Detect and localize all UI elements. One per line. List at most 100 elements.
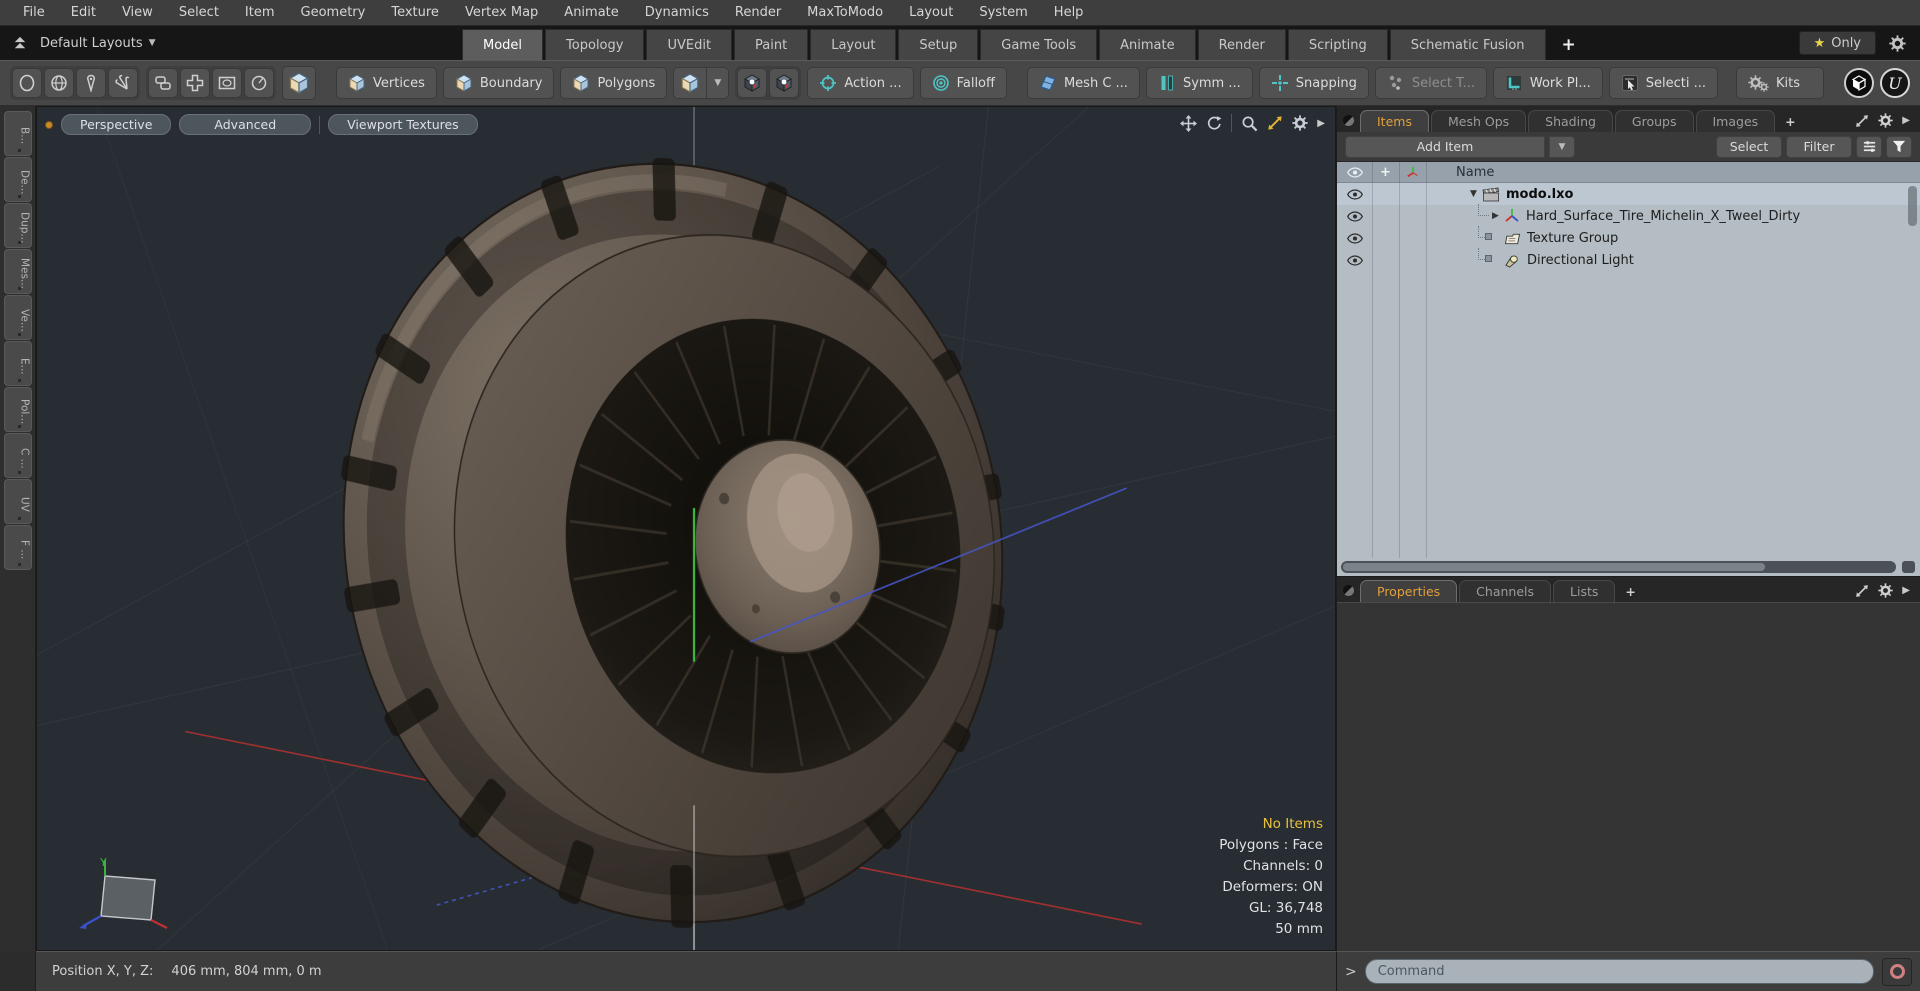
tree-horizontal-scrollbar[interactable] [1341, 561, 1896, 573]
tab-lists[interactable]: Lists [1553, 580, 1616, 602]
tab-shading[interactable]: Shading [1528, 110, 1613, 132]
workspace-tab-animate[interactable]: Animate [1099, 29, 1196, 60]
left-tab-edge[interactable]: E... [3, 341, 32, 386]
pan-view-icon[interactable] [1180, 115, 1197, 132]
tab-groups[interactable]: Groups [1614, 110, 1694, 132]
panel-options-gear-icon[interactable] [1878, 583, 1893, 598]
tab-channels[interactable]: Channels [1459, 580, 1552, 602]
select-button[interactable]: Select [1716, 135, 1782, 158]
menu-item[interactable]: Item [232, 0, 288, 25]
visibility-eye-icon[interactable] [1337, 189, 1372, 200]
tree-row-directional-light[interactable]: Directional Light [1337, 248, 1920, 271]
collapse-arrow-icon[interactable]: ▼ [1470, 189, 1482, 199]
menu-system[interactable]: System [966, 0, 1040, 25]
menu-layout[interactable]: Layout [896, 0, 966, 25]
work-plane-button[interactable]: Work Pl... [1492, 67, 1603, 99]
visibility-eye-icon[interactable] [1337, 211, 1372, 222]
workspace-tab-model[interactable]: Model [462, 29, 544, 60]
tree-row-scene[interactable]: ▼ modo.lxo [1337, 183, 1920, 205]
items-mode-cube-button[interactable] [673, 67, 708, 99]
falloff-button[interactable]: Falloff [919, 67, 1007, 99]
radial-tool-icon[interactable] [244, 68, 274, 98]
add-panel-tab-button[interactable]: + [1777, 110, 1803, 132]
tab-items[interactable]: Items [1360, 110, 1429, 132]
panel-pie-icon[interactable] [1343, 115, 1354, 126]
default-layouts-dropdown[interactable]: Default Layouts ▼ [40, 36, 156, 51]
menu-select[interactable]: Select [166, 0, 232, 25]
item-name[interactable]: Directional Light [1527, 253, 1634, 268]
item-name[interactable]: Texture Group [1527, 231, 1618, 246]
vertices-mode-button[interactable]: Vertices [336, 67, 437, 99]
menu-file[interactable]: File [10, 0, 58, 25]
visibility-column-eye-icon[interactable] [1337, 167, 1372, 178]
layout-settings-gear-icon[interactable] [1884, 30, 1910, 56]
scrollbar-thumb[interactable] [1343, 563, 1765, 571]
primitive-tool-icon[interactable] [212, 68, 242, 98]
viewport-options-gear-icon[interactable] [1292, 115, 1308, 131]
menu-maxtomodo[interactable]: MaxToModo [794, 0, 896, 25]
tree-vertical-scrollbar[interactable] [1908, 186, 1917, 226]
left-tab-mesh-edit[interactable]: Mes... [3, 249, 32, 294]
workspace-tab-game-tools[interactable]: Game Tools [980, 29, 1098, 60]
tab-mesh-ops[interactable]: Mesh Ops [1430, 110, 1527, 132]
boundary-mode-button[interactable]: Boundary [442, 67, 555, 99]
action-center-button[interactable]: Action ... [807, 67, 914, 99]
expand-panel-icon[interactable] [1855, 114, 1869, 128]
ellipse-tool-icon[interactable] [12, 68, 42, 98]
menu-dynamics[interactable]: Dynamics [632, 0, 722, 25]
panel-pie-icon[interactable] [1343, 585, 1354, 596]
viewport-menu-arrow-icon[interactable]: ▶ [1317, 118, 1325, 129]
select-center-mode-icon[interactable] [737, 68, 768, 98]
pin-tool-icon[interactable] [76, 68, 106, 98]
maximize-viewport-icon[interactable] [1267, 115, 1283, 131]
menu-edit[interactable]: Edit [58, 0, 109, 25]
substance-kit-icon[interactable] [1844, 68, 1874, 98]
name-column-header[interactable]: Name [1456, 165, 1494, 180]
tab-properties[interactable]: Properties [1360, 580, 1458, 602]
tree-row-texture-group[interactable]: Texture Group [1337, 226, 1920, 249]
clone-tool-icon[interactable] [148, 68, 178, 98]
workspace-tab-layout[interactable]: Layout [810, 29, 897, 60]
polygons-mode-button[interactable]: Polygons [560, 67, 668, 99]
mesh-constraints-button[interactable]: Mesh C ... [1026, 67, 1140, 99]
tab-images[interactable]: Images [1695, 110, 1776, 132]
item-name[interactable]: modo.lxo [1506, 187, 1573, 202]
rotate-view-icon[interactable] [1206, 115, 1222, 131]
panel-menu-arrow-icon[interactable]: ▶ [1902, 585, 1910, 596]
menu-render[interactable]: Render [722, 0, 794, 25]
add-properties-tab-button[interactable]: + [1617, 580, 1643, 602]
viewport-3d[interactable]: Perspective Advanced Viewport Textures ▶… [36, 106, 1336, 951]
panel-options-gear-icon[interactable] [1878, 113, 1893, 128]
list-options-icon[interactable] [1856, 135, 1882, 158]
workspace-tab-topology[interactable]: Topology [545, 29, 645, 60]
visibility-eye-icon[interactable] [1337, 255, 1372, 266]
left-tab-fusion[interactable]: F ... [3, 525, 32, 570]
left-tab-deform[interactable]: De... [3, 157, 32, 202]
kits-button[interactable]: Kits [1736, 67, 1824, 99]
workspace-tab-paint[interactable]: Paint [734, 29, 809, 60]
shading-mode-button[interactable]: Advanced [179, 114, 312, 135]
left-tab-curves[interactable]: C ... [3, 433, 32, 478]
left-tab-polygon[interactable]: Pol... [3, 387, 32, 432]
selection-sets-button[interactable]: Selecti ... [1608, 67, 1719, 99]
select-through-button[interactable]: Select T... [1374, 67, 1487, 99]
symmetry-button[interactable]: Symm ... [1145, 67, 1253, 99]
viewport-textures-button[interactable]: Viewport Textures [328, 114, 478, 135]
workspace-tab-setup[interactable]: Setup [898, 29, 979, 60]
expand-arrow-icon[interactable]: ▶ [1492, 211, 1504, 221]
left-tab-vertex[interactable]: Ve... [3, 295, 32, 340]
items-mode-dropdown[interactable]: ▼ [707, 67, 730, 99]
panel-menu-arrow-icon[interactable]: ▶ [1902, 115, 1910, 126]
expand-panel-icon[interactable] [1855, 584, 1869, 598]
workspace-tab-scripting[interactable]: Scripting [1287, 29, 1388, 60]
macro-record-button[interactable] [1882, 957, 1912, 986]
zoom-view-icon[interactable] [1241, 115, 1258, 132]
favorites-only-button[interactable]: ★ Only [1798, 31, 1876, 55]
sphere-tool-icon[interactable] [44, 68, 74, 98]
sculpt-tool-icon[interactable] [108, 68, 138, 98]
transform-tool-icon[interactable] [180, 68, 210, 98]
left-tab-duplicate[interactable]: Dup... [3, 203, 32, 248]
add-item-button[interactable]: Add Item [1345, 135, 1545, 158]
filter-button[interactable]: Filter [1786, 135, 1852, 158]
menu-help[interactable]: Help [1041, 0, 1097, 25]
